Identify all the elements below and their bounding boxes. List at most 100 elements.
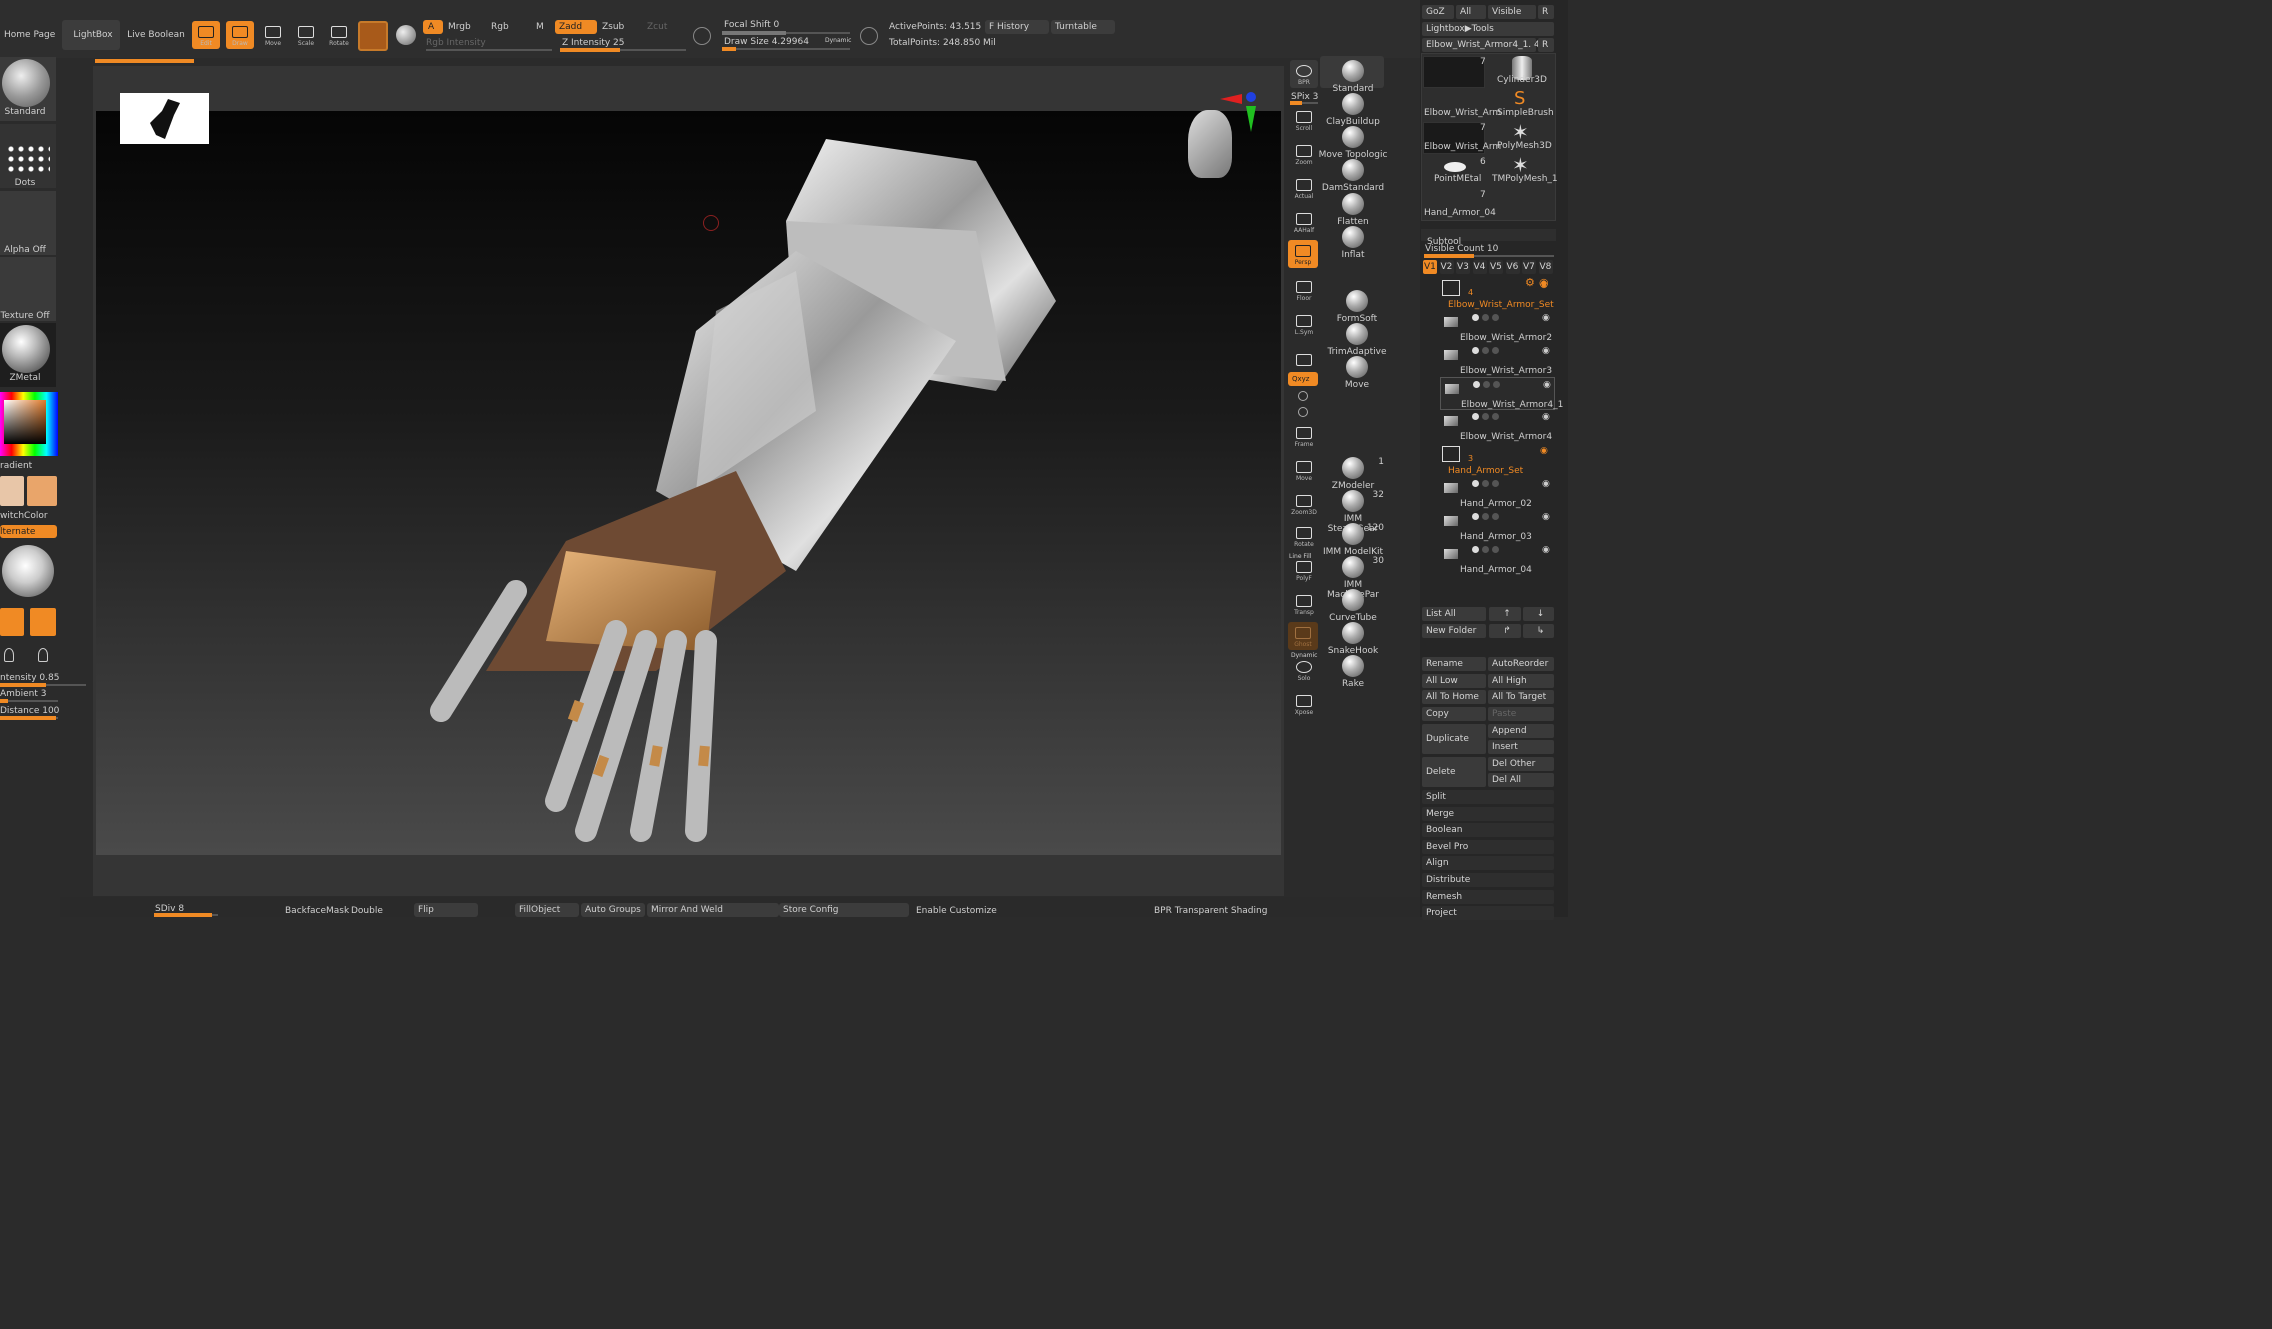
version-tab-v2[interactable]: V2 [1439, 260, 1454, 274]
m-button[interactable]: M [536, 22, 544, 32]
toggle-dot-icon[interactable] [1482, 513, 1489, 520]
simplebrush-icon[interactable]: S [1514, 90, 1530, 108]
z-intensity-track[interactable] [560, 48, 686, 52]
subtool-item[interactable]: Elbow_Wrist_Armor2 ◉ [1440, 311, 1555, 344]
visibility-eye-icon[interactable]: ◉ [1543, 380, 1554, 390]
delete-button[interactable]: Delete [1422, 757, 1486, 787]
bpr-button[interactable]: BPR [1290, 60, 1318, 88]
subtool-controls[interactable]: ◉ [1472, 512, 1550, 522]
insert-button[interactable]: Insert [1488, 740, 1554, 754]
all-high-button[interactable]: All High [1488, 674, 1554, 688]
light-bulb-icon-1[interactable] [0, 608, 24, 636]
armor-model[interactable] [96, 111, 1281, 855]
move-view-button[interactable]: Move [1290, 456, 1318, 484]
brush-1[interactable]: ClayBuildup [1318, 93, 1388, 127]
folder-eye-icon[interactable]: ◉ [1540, 446, 1548, 456]
visible-count-slider[interactable]: Visible Count 10 [1425, 244, 1498, 254]
ghost-button[interactable]: Ghost [1288, 622, 1318, 650]
brush-11[interactable]: IMM ModelKit 120 [1318, 523, 1388, 557]
version-tab-v8[interactable]: V8 [1538, 260, 1553, 274]
brush-15[interactable]: Rake [1318, 655, 1388, 689]
persp-button[interactable]: Persp [1288, 240, 1318, 268]
turntable-button[interactable]: Turntable [1051, 20, 1115, 34]
move-down-button[interactable]: ↓ [1523, 607, 1554, 621]
toggle-dot-icon[interactable] [1482, 546, 1489, 553]
brush-13[interactable]: CurveTube [1318, 589, 1388, 623]
ambient-slider[interactable]: Ambient 3 [0, 689, 47, 699]
material-swatch[interactable] [358, 21, 388, 51]
toggle-dot-icon[interactable] [1492, 347, 1499, 354]
standard-brush-thumb[interactable]: Standard [0, 57, 56, 121]
duplicate-button[interactable]: Duplicate [1422, 724, 1486, 754]
visibility-eye-icon[interactable]: ◉ [1542, 346, 1553, 356]
zadd-button[interactable]: Zadd [555, 20, 597, 34]
current-tool-slider[interactable]: Elbow_Wrist_Armor4_1. 49 [1422, 38, 1545, 52]
visible-count-track[interactable] [1424, 254, 1554, 258]
copy-button[interactable]: Copy [1422, 707, 1486, 721]
toggle-dot-icon[interactable] [1472, 347, 1479, 354]
move-button[interactable]: Move [259, 21, 287, 49]
material-thumb[interactable]: ZMetal [0, 323, 56, 387]
auto-groups-button[interactable]: Auto Groups [581, 903, 645, 917]
append-button[interactable]: Append [1488, 724, 1554, 738]
r-button[interactable]: R [1538, 5, 1554, 19]
fillobject-button[interactable]: FillObject [515, 903, 579, 917]
pointmetal-icon[interactable] [1444, 162, 1466, 172]
flip-button[interactable]: Flip [414, 903, 478, 917]
zsub-button[interactable]: Zsub [602, 22, 624, 32]
subtool-item[interactable]: Elbow_Wrist_Armor4_1 ◉ [1440, 377, 1563, 410]
brush-5[interactable]: Inflat [1318, 226, 1388, 260]
a-button[interactable]: A [423, 20, 443, 34]
scale-button[interactable]: Scale [292, 21, 320, 49]
polyf-button[interactable]: PolyF [1290, 556, 1318, 584]
alternate-button[interactable]: lternate [0, 525, 57, 538]
toggle-dot-icon[interactable] [1473, 381, 1480, 388]
brush-3[interactable]: DamStandard [1318, 159, 1388, 193]
toggle-dot-icon[interactable] [1492, 480, 1499, 487]
remesh-menu[interactable]: Remesh [1422, 890, 1554, 904]
lock-button[interactable] [1290, 342, 1318, 370]
all-to-home-button[interactable]: All To Home [1422, 690, 1486, 704]
edit-button[interactable]: Edit [192, 21, 220, 49]
toggle-dot-icon[interactable] [1483, 381, 1490, 388]
focal-shift-slider[interactable]: Focal Shift 0 [724, 20, 779, 30]
subtool-header[interactable]: Subtool [1421, 229, 1556, 247]
all-low-button[interactable]: All Low [1422, 674, 1486, 688]
polymesh3d-icon[interactable]: ✶ [1512, 122, 1529, 142]
distance-track[interactable] [0, 716, 58, 720]
main-color-swatch[interactable] [0, 476, 24, 506]
toggle-dot-icon[interactable] [1492, 513, 1499, 520]
brush-2[interactable]: Move Topologic [1318, 126, 1388, 160]
scroll-button[interactable]: Scroll [1290, 106, 1318, 134]
subtool-controls[interactable]: ◉ [1472, 479, 1550, 489]
subtool-item[interactable]: Hand_Armor_Set 3 ◉ [1440, 444, 1555, 477]
visible-button[interactable]: Visible [1488, 5, 1536, 19]
dynamic-toggle[interactable]: Dynamic [825, 37, 851, 44]
toggle-dot-icon[interactable] [1492, 314, 1499, 321]
toggle-dot-icon[interactable] [1493, 381, 1500, 388]
toggle-dot-icon[interactable] [1472, 314, 1479, 321]
navigation-head-icon[interactable] [1188, 110, 1232, 178]
d-icon[interactable] [860, 27, 878, 45]
list-all-button[interactable]: List All [1422, 607, 1486, 621]
distance-slider[interactable]: Distance 100 [0, 706, 59, 716]
intensity-slider[interactable]: ntensity 0.85 [0, 673, 59, 683]
merge-menu[interactable]: Merge [1422, 807, 1554, 821]
color-picker[interactable] [0, 392, 58, 456]
frame-button[interactable]: Frame [1290, 422, 1318, 450]
tmpolymesh-icon[interactable]: ✶ [1512, 155, 1529, 175]
spix-track[interactable] [1290, 101, 1318, 105]
toggle-dot-icon[interactable] [1482, 347, 1489, 354]
transp-button[interactable]: Transp [1290, 590, 1318, 618]
texture-thumb[interactable]: Texture Off [0, 257, 56, 321]
rotate-axis-icon-1[interactable] [1298, 391, 1308, 401]
autoreorder-button[interactable]: AutoReorder [1488, 657, 1554, 671]
zcut-button[interactable]: Zcut [647, 22, 667, 32]
del-all-button[interactable]: Del All [1488, 773, 1554, 787]
zoom-button[interactable]: Zoom [1290, 140, 1318, 168]
subtool-item[interactable]: Hand_Armor_04 ◉ [1440, 543, 1555, 576]
toggle-dot-icon[interactable] [1472, 513, 1479, 520]
version-tab-v1[interactable]: V1 [1423, 260, 1437, 274]
toggle-dot-icon[interactable] [1492, 546, 1499, 553]
draw-size-slider[interactable]: Draw Size 4.29964 [724, 37, 809, 47]
